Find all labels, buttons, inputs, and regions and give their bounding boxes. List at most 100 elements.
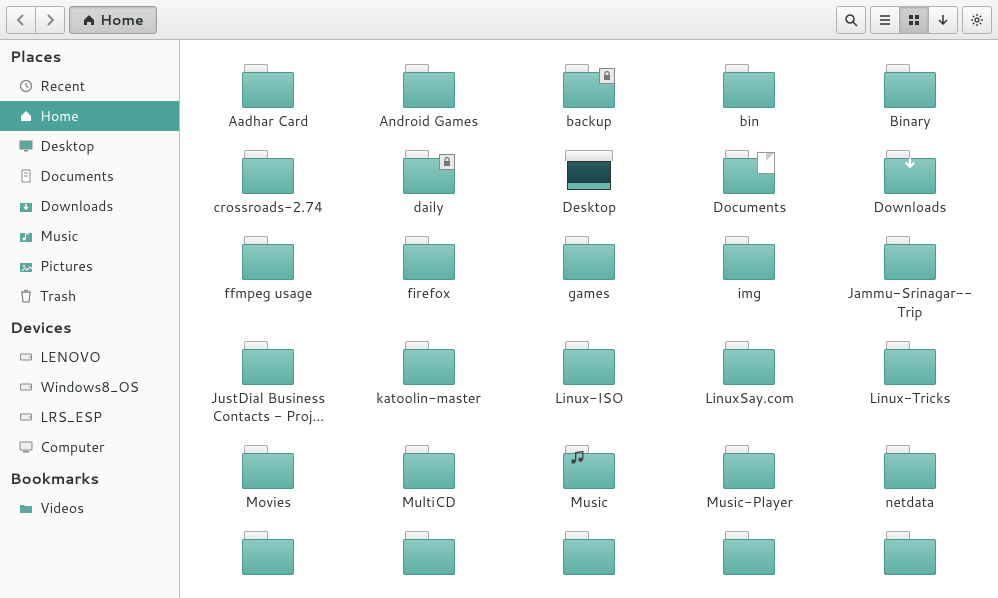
- file-item[interactable]: netdata: [830, 437, 990, 515]
- file-item[interactable]: [188, 523, 348, 541]
- file-item[interactable]: Music: [509, 437, 669, 515]
- sidebar-item-recent[interactable]: Recent: [0, 71, 179, 101]
- sidebar-item-desktop[interactable]: Desktop: [0, 131, 179, 161]
- file-item[interactable]: [348, 523, 508, 541]
- folder-icon: [882, 60, 938, 108]
- sidebar-item-music[interactable]: Music: [0, 221, 179, 251]
- file-label: katoolin-master: [376, 389, 481, 407]
- file-item[interactable]: Jammu-Srinagar--Trip: [830, 228, 990, 324]
- file-item[interactable]: Aadhar Card: [188, 56, 348, 134]
- grid-view-button[interactable]: [899, 6, 929, 34]
- folder-icon: [240, 337, 296, 385]
- file-item[interactable]: Desktop: [509, 142, 669, 220]
- search-button[interactable]: [836, 6, 866, 34]
- sidebar-header: Bookmarks: [0, 462, 179, 493]
- downloads-icon: [18, 198, 34, 214]
- sidebar-item-label: Home: [40, 106, 79, 126]
- list-view-button[interactable]: [870, 6, 900, 34]
- sidebar-item-downloads[interactable]: Downloads: [0, 191, 179, 221]
- file-label: daily: [414, 198, 444, 216]
- desktop-folder-icon: [561, 146, 617, 194]
- sidebar[interactable]: PlacesRecent Home Desktop DocumentsDownload…: [0, 40, 180, 598]
- file-label: Movies: [245, 493, 291, 511]
- file-item[interactable]: [830, 523, 990, 541]
- docs-icon: [18, 168, 34, 184]
- forward-button[interactable]: [35, 6, 65, 34]
- sidebar-item-trash[interactable]: Trash: [0, 281, 179, 311]
- arrow-right-icon: [43, 13, 57, 27]
- view-buttons: [870, 6, 958, 34]
- file-label: LinuxSay.com: [705, 389, 794, 407]
- sidebar-item-home[interactable]: Home: [0, 101, 179, 131]
- file-item[interactable]: games: [509, 228, 669, 324]
- file-item[interactable]: daily: [348, 142, 508, 220]
- download-icon: [902, 156, 918, 172]
- file-item[interactable]: backup: [509, 56, 669, 134]
- sidebar-item-lenovo[interactable]: LENOVO: [0, 342, 179, 372]
- file-item[interactable]: Linux-Tricks: [830, 333, 990, 429]
- file-item[interactable]: Music-Player: [669, 437, 829, 515]
- folder-icon: [401, 146, 457, 194]
- sidebar-item-label: Desktop: [40, 136, 94, 156]
- file-label: crossroads-2.74: [213, 198, 322, 216]
- sidebar-item-pictures[interactable]: Pictures: [0, 251, 179, 281]
- file-item[interactable]: ffmpeg usage: [188, 228, 348, 324]
- file-label: bin: [740, 112, 760, 130]
- file-grid[interactable]: Aadhar Card Android Gamesbackup bin Binary c…: [180, 40, 998, 598]
- computer-icon: [18, 439, 34, 455]
- file-item[interactable]: Documents: [669, 142, 829, 220]
- file-label: Documents: [712, 198, 786, 216]
- folder-icon: [18, 500, 34, 516]
- file-label: Linux-ISO: [555, 389, 624, 407]
- sidebar-item-label: Windows8_OS: [40, 377, 139, 397]
- file-label: firefox: [407, 284, 450, 302]
- drive-icon: [18, 349, 34, 365]
- file-item[interactable]: firefox: [348, 228, 508, 324]
- file-label: JustDial Business Contacts - Proj...: [198, 389, 338, 425]
- recent-icon: [18, 78, 34, 94]
- file-item[interactable]: Android Games: [348, 56, 508, 134]
- view-options-button[interactable]: [928, 6, 958, 34]
- file-label: Aadhar Card: [228, 112, 308, 130]
- music-icon: [18, 228, 34, 244]
- folder-icon: [561, 337, 617, 385]
- file-item[interactable]: LinuxSay.com: [669, 333, 829, 429]
- sidebar-item-label: Videos: [40, 498, 84, 518]
- folder-icon: [721, 441, 777, 489]
- sidebar-item-documents[interactable]: Documents: [0, 161, 179, 191]
- sidebar-header: Places: [0, 40, 179, 71]
- file-item[interactable]: Downloads: [830, 142, 990, 220]
- file-item[interactable]: katoolin-master: [348, 333, 508, 429]
- sidebar-item-computer[interactable]: Computer: [0, 432, 179, 462]
- breadcrumb-home[interactable]: Home: [69, 6, 157, 34]
- sidebar-item-lrs-esp[interactable]: LRS_ESP: [0, 402, 179, 432]
- file-item[interactable]: img: [669, 228, 829, 324]
- sidebar-item-label: Trash: [40, 286, 76, 306]
- sidebar-item-windows8-os[interactable]: Windows8_OS: [0, 372, 179, 402]
- file-item[interactable]: Binary: [830, 56, 990, 134]
- folder-icon: [401, 232, 457, 280]
- file-item[interactable]: MultiCD: [348, 437, 508, 515]
- drive-icon: [18, 409, 34, 425]
- folder-icon: [401, 337, 457, 385]
- file-item[interactable]: Linux-ISO: [509, 333, 669, 429]
- list-icon: [878, 13, 892, 27]
- sidebar-item-label: LRS_ESP: [40, 407, 102, 427]
- folder-icon: [240, 527, 296, 537]
- file-item[interactable]: [669, 523, 829, 541]
- file-item[interactable]: bin: [669, 56, 829, 134]
- menu-button[interactable]: [962, 6, 992, 34]
- file-label: Music-Player: [706, 493, 793, 511]
- sidebar-item-videos[interactable]: Videos: [0, 493, 179, 523]
- folder-icon: [721, 232, 777, 280]
- file-item[interactable]: JustDial Business Contacts - Proj...: [188, 333, 348, 429]
- file-item[interactable]: crossroads-2.74: [188, 142, 348, 220]
- back-button[interactable]: [6, 6, 36, 34]
- folder-icon: [561, 527, 617, 537]
- file-label: MultiCD: [401, 493, 456, 511]
- file-label: ffmpeg usage: [224, 284, 312, 302]
- folder-icon: [240, 60, 296, 108]
- sidebar-item-label: Computer: [40, 437, 104, 457]
- file-item[interactable]: [509, 523, 669, 541]
- file-item[interactable]: Movies: [188, 437, 348, 515]
